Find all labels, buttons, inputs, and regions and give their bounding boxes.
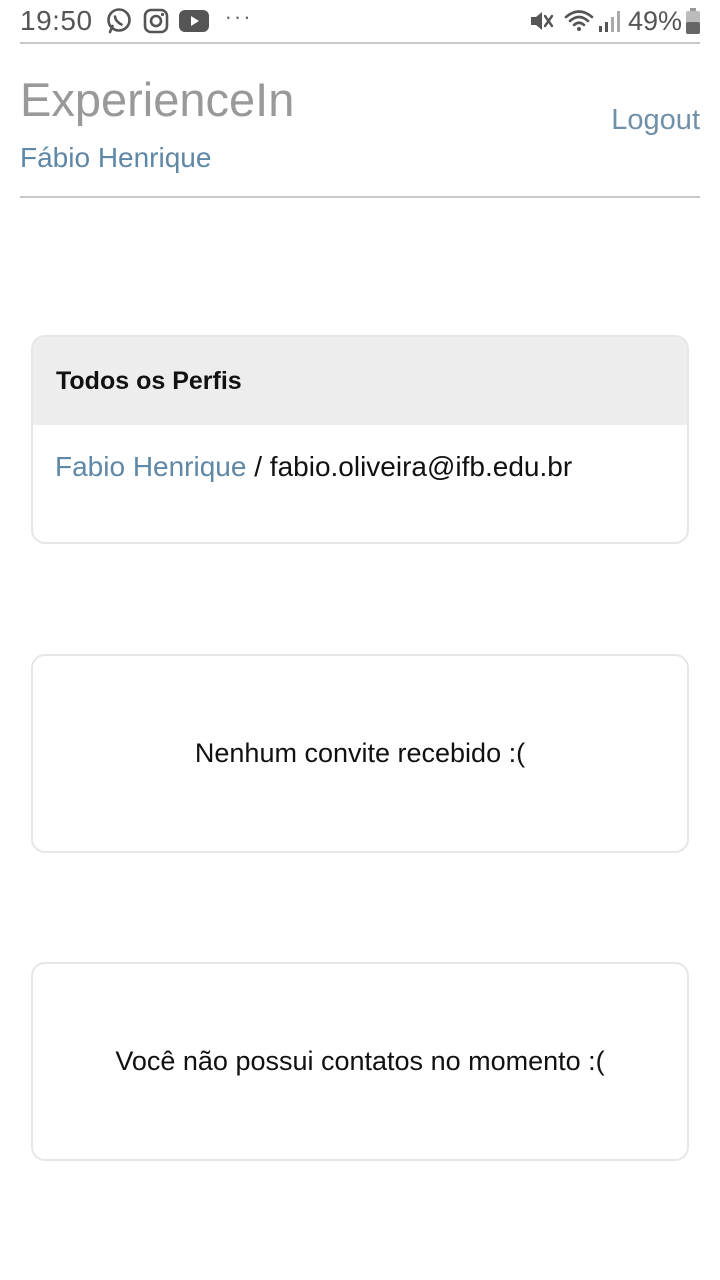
- logout-link[interactable]: Logout: [611, 106, 700, 135]
- wifi-icon: [564, 8, 594, 34]
- app-brand[interactable]: ExperienceIn: [20, 76, 294, 123]
- profile-email: fabio.oliveira@ifb.edu.br: [269, 451, 573, 482]
- status-bar: 19:50 ··· 49%: [20, 0, 700, 44]
- battery-percentage: 49%: [627, 5, 682, 36]
- app-header: ExperienceIn Fábio Henrique Logout: [20, 44, 700, 198]
- profiles-card-title: Todos os Perfis: [33, 337, 687, 425]
- signal-icon: [598, 9, 622, 33]
- invites-card: Nenhum convite recebido :(: [31, 654, 689, 853]
- instagram-icon: [143, 8, 169, 34]
- more-notifications-icon: ···: [224, 4, 253, 29]
- status-bar-right: 49%: [528, 6, 700, 37]
- profile-item: Fabio Henrique / fabio.oliveira@ifb.edu.…: [55, 451, 687, 483]
- contacts-empty-message: Você não possui contatos no momento :(: [115, 1046, 605, 1076]
- contacts-card: Você não possui contatos no momento :(: [31, 962, 689, 1161]
- status-bar-left: 19:50 ···: [20, 5, 253, 37]
- battery-icon: [686, 8, 700, 34]
- profiles-card: Todos os Perfis Fabio Henrique / fabio.o…: [31, 335, 689, 544]
- profile-name-link[interactable]: Fabio Henrique: [55, 451, 246, 482]
- mute-icon: [528, 8, 554, 34]
- invites-empty-message: Nenhum convite recebido :(: [194, 738, 526, 768]
- profiles-list: Fabio Henrique / fabio.oliveira@ifb.edu.…: [33, 425, 687, 483]
- whatsapp-icon: [105, 7, 133, 35]
- profile-separator: /: [246, 451, 270, 482]
- status-time: 19:50: [20, 5, 93, 36]
- youtube-icon: [178, 10, 209, 32]
- current-user-name[interactable]: Fábio Henrique: [20, 144, 211, 172]
